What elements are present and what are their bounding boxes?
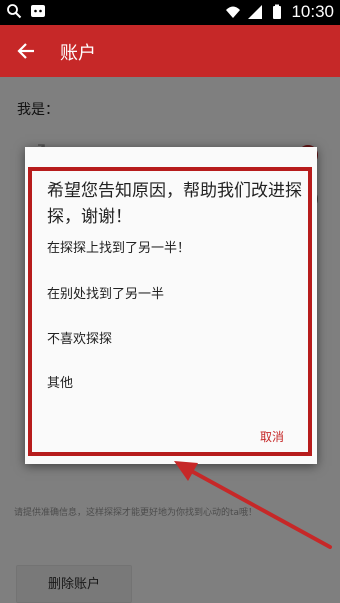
status-bar: 10:30 — [0, 0, 340, 25]
app-bar: 账户 — [0, 25, 340, 77]
wifi-icon — [226, 6, 241, 18]
annotation-arrow-icon — [174, 461, 332, 549]
status-left-icons — [6, 3, 46, 19]
signal-icon — [248, 5, 263, 19]
search-icon — [7, 4, 22, 19]
battery-icon — [273, 4, 282, 19]
page-title: 账户 — [60, 43, 96, 64]
option-found-partner-here[interactable]: 在探探上找到了另一半！ — [47, 235, 297, 263]
app-notification-icon — [31, 5, 45, 17]
dialog-title: 希望您告知原因，帮助我们改进探探，谢谢！ — [47, 181, 302, 227]
option-dislike-app[interactable]: 不喜欢探探 — [47, 326, 297, 354]
status-time: 10:30 — [291, 2, 334, 21]
cancel-button[interactable]: 取消 — [260, 426, 284, 448]
status-right-icons: 10:30 — [225, 2, 334, 22]
option-found-partner-elsewhere[interactable]: 在别处找到了另一半 — [47, 281, 297, 309]
option-other[interactable]: 其他 — [47, 370, 297, 398]
back-arrow-icon[interactable] — [16, 41, 36, 61]
